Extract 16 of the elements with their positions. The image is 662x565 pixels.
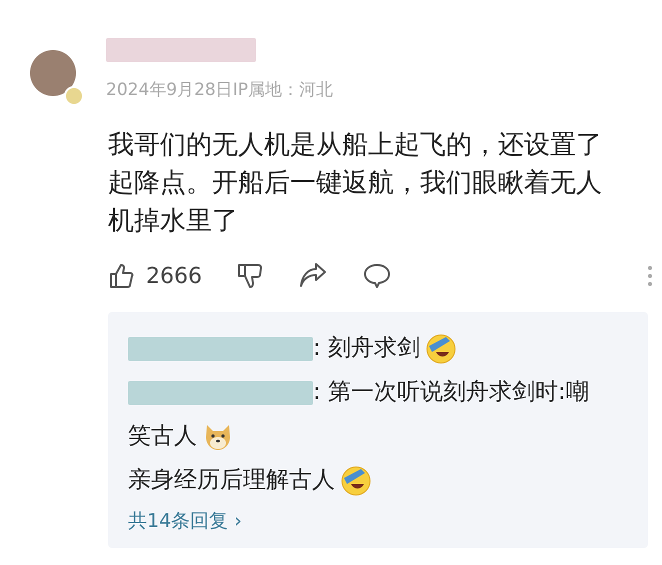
laughing-emoji-icon: [426, 334, 456, 364]
laughing-emoji-icon: [341, 466, 371, 496]
more-options-icon[interactable]: [647, 264, 653, 288]
avatar[interactable]: [30, 50, 76, 96]
share-arrow-icon[interactable]: [298, 262, 328, 290]
comment-text: 我哥们的无人机是从船上起飞的，还设置了起降点。开船后一键返航，我们眼瞅着无人机掉水里了: [108, 129, 603, 238]
view-replies-link[interactable]: 共14条回复 ›: [128, 508, 628, 534]
reply-text: 亲身经历后理解古人: [128, 467, 335, 493]
reply-text: 笑古人: [128, 423, 197, 449]
reply-text: : 第一次听说刻舟求剑时:嘲: [313, 379, 589, 405]
like-count: 2666: [146, 264, 202, 288]
thumbs-down-icon[interactable]: [236, 262, 264, 290]
thumbs-up-icon[interactable]: [108, 262, 136, 290]
comment-bubble-icon[interactable]: [362, 262, 392, 290]
comment-date: 2024年9月28日IP属地：河北: [106, 79, 333, 101]
reply-text: : 刻舟求剑: [313, 335, 420, 361]
